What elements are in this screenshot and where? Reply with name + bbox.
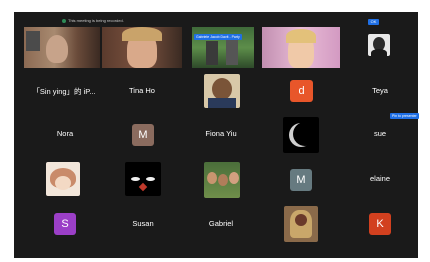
video-tile-man[interactable] (24, 27, 100, 68)
pin-to-presenter-chip[interactable]: Pin to presenter (390, 113, 419, 119)
avatar-d: d (290, 80, 313, 102)
profile-photo-group (204, 162, 240, 198)
avatar-k: K (369, 213, 391, 235)
participant-name-gabriel: Gabriel (208, 219, 234, 228)
participant-name-tina-ho: Tina Ho (129, 86, 155, 95)
ok-button[interactable]: OK (368, 19, 379, 25)
profile-photo-eyes (125, 162, 161, 196)
participant-name-susan: Susan (132, 219, 154, 228)
avatar-m: M (132, 124, 154, 146)
participant-name-nora: Nora (56, 129, 74, 138)
profile-photo-moon (283, 117, 319, 153)
avatar-m-grey: M (290, 169, 312, 191)
profile-photo-hedgehog (46, 162, 80, 196)
recording-icon (62, 18, 66, 23)
profile-photo-man-smiling (204, 74, 240, 108)
video-label-chip: Gabriele Jacob Davit - Party (194, 34, 242, 40)
participant-name-sue: sue (373, 129, 387, 138)
participant-name-teya: Teya (372, 86, 388, 95)
profile-photo-man-glasses (368, 34, 390, 56)
video-tile-woman-blonde[interactable] (102, 27, 182, 68)
participant-name-sin-ying: 「Sin ying」的 iP... (32, 87, 96, 96)
participant-name-elaine: elaine (369, 174, 391, 183)
recording-banner: This meeting is being recorded. (62, 18, 124, 23)
video-tile-woman-pink[interactable] (262, 27, 340, 68)
avatar-s: S (54, 213, 76, 235)
profile-photo-religious-art (284, 206, 318, 242)
participant-name-fiona-yiu: Fiona Yiu (205, 129, 237, 138)
